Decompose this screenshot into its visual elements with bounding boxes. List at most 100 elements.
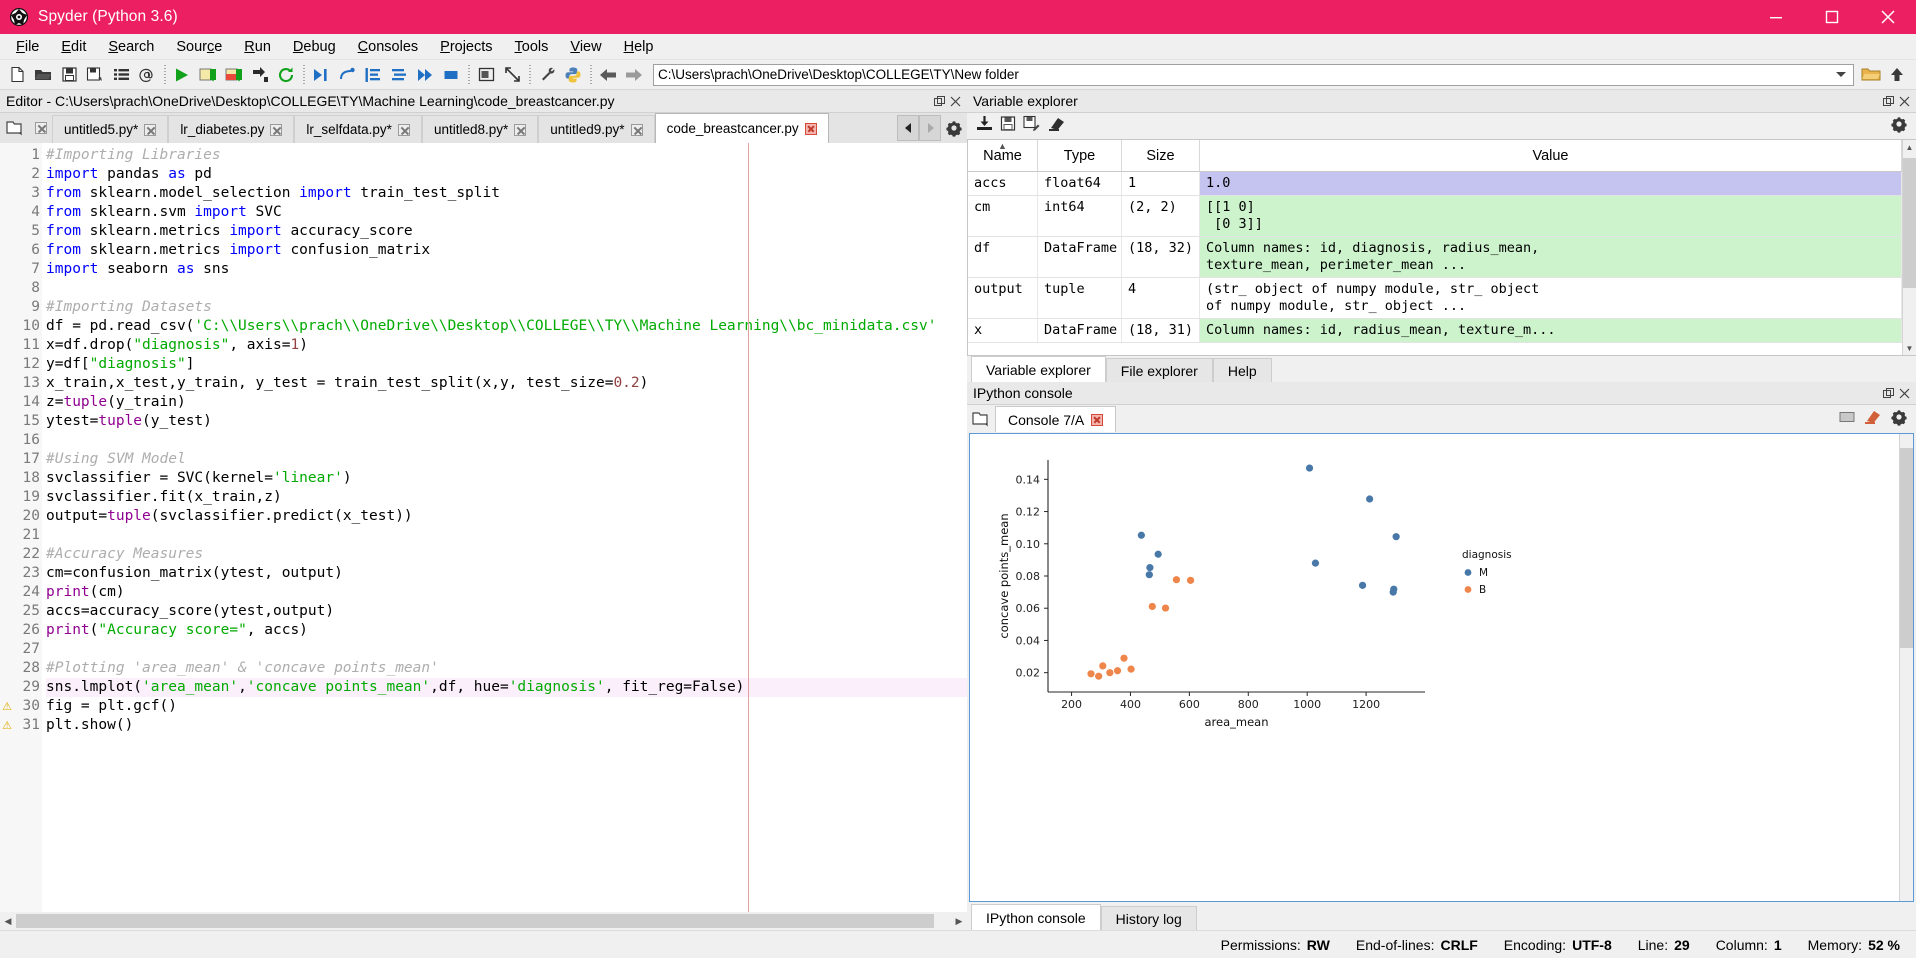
code-line[interactable]: cm=confusion_matrix(ytest, output)	[46, 564, 967, 583]
close-tab-icon[interactable]	[30, 113, 52, 143]
tab-scroll-right-button[interactable]	[919, 115, 941, 141]
save-all-icon[interactable]	[82, 62, 108, 88]
code-line[interactable]: fig = plt.gcf()	[46, 697, 967, 716]
menu-item-run[interactable]: Run	[233, 36, 282, 58]
rerun-icon[interactable]	[273, 62, 299, 88]
code-line[interactable]: y=df["diagnosis"]	[46, 355, 967, 374]
save-data-icon[interactable]	[1000, 115, 1017, 137]
stop-console-icon[interactable]	[1839, 409, 1855, 430]
menu-item-help[interactable]: Help	[613, 36, 665, 58]
table-row[interactable]: x DataFrame (18, 31) Column names: id, radi…	[968, 319, 1902, 343]
code-line[interactable]: #Using SVM Model	[46, 450, 967, 469]
new-file-icon[interactable]	[4, 62, 30, 88]
code-line[interactable]: #Accuracy Measures	[46, 545, 967, 564]
at-sign-icon[interactable]	[134, 62, 160, 88]
step-return-icon[interactable]	[386, 62, 412, 88]
scroll-thumb[interactable]	[16, 914, 934, 928]
scroll-left-icon[interactable]: ◀	[0, 913, 16, 929]
variable-explorer-options-gear-icon[interactable]	[1890, 115, 1916, 138]
console-tab[interactable]: Console 7/A	[995, 406, 1117, 432]
code-line[interactable]: x=df.drop("diagnosis", axis=1)	[46, 336, 967, 355]
menu-item-projects[interactable]: Projects	[429, 36, 503, 58]
code-line[interactable]: print("Accuracy score=", accs)	[46, 621, 967, 640]
close-pane-icon[interactable]	[1896, 384, 1912, 402]
scroll-up-icon[interactable]: ▲	[1903, 140, 1916, 154]
debug-step-icon[interactable]	[334, 62, 360, 88]
code-line[interactable]: from sklearn.model_selection import trai…	[46, 184, 967, 203]
close-icon[interactable]	[1091, 413, 1104, 426]
editor-tab-untitled5-py-[interactable]: untitled5.py*	[52, 115, 169, 143]
clear-variables-icon[interactable]	[1047, 115, 1066, 137]
code-line[interactable]: x_train,x_test,y_train, y_test = train_t…	[46, 374, 967, 393]
code-line[interactable]: import seaborn as sns	[46, 260, 967, 279]
code-line[interactable]	[46, 279, 967, 298]
variable-explorer-scrollbar[interactable]: ▲ ▼	[1902, 140, 1916, 355]
scroll-down-icon[interactable]: ▼	[1903, 341, 1916, 355]
close-pane-icon[interactable]	[1896, 92, 1912, 110]
menu-item-consoles[interactable]: Consoles	[347, 36, 429, 58]
code-line[interactable]: plt.show()	[46, 716, 967, 735]
close-icon[interactable]	[630, 123, 643, 136]
close-icon[interactable]	[514, 123, 527, 136]
editor-tab-lr-diabetes-py[interactable]: lr_diabetes.py	[168, 115, 295, 143]
parent-directory-icon[interactable]	[1884, 62, 1910, 88]
open-file-icon[interactable]	[30, 62, 56, 88]
step-into-icon[interactable]	[360, 62, 386, 88]
tab-ipython-console[interactable]: IPython console	[971, 904, 1101, 930]
code-line[interactable]: #Importing Libraries	[46, 146, 967, 165]
table-body[interactable]: accs float64 1 1.0 cm int64 (2, 2) [[1 0] [0 3]…	[968, 172, 1902, 355]
column-header-name[interactable]: ▲ Name	[968, 140, 1038, 172]
forward-arrow-icon[interactable]	[621, 62, 647, 88]
code-line[interactable]	[46, 526, 967, 545]
run-file-icon[interactable]	[169, 62, 195, 88]
menu-item-debug[interactable]: Debug	[282, 36, 347, 58]
close-icon[interactable]	[144, 123, 157, 136]
save-data-as-icon[interactable]	[1023, 115, 1041, 137]
menu-item-search[interactable]: Search	[97, 36, 165, 58]
code-line[interactable]: #Importing Datasets	[46, 298, 967, 317]
close-pane-icon[interactable]	[947, 92, 963, 110]
run-cell-advance-icon[interactable]	[221, 62, 247, 88]
code-editor[interactable]: ⚠ ⚠ 1 2 3 4 5 6 7 8 9 10 11 12 13 14 15 16 17 18 19 20 21 22 23…	[0, 143, 967, 912]
remove-all-variables-icon[interactable]	[1863, 408, 1882, 430]
maximize-button[interactable]	[1804, 0, 1860, 34]
editor-horizontal-scrollbar[interactable]: ◀ ▶	[0, 912, 967, 930]
menu-item-edit[interactable]: Edit	[50, 36, 97, 58]
browse-tabs-icon[interactable]	[0, 113, 30, 143]
tab-history-log[interactable]: History log	[1100, 906, 1197, 930]
back-arrow-icon[interactable]	[595, 62, 621, 88]
editor-tab-untitled8-py-[interactable]: untitled8.py*	[421, 115, 539, 143]
close-icon[interactable]	[397, 123, 410, 136]
code-line[interactable]: svclassifier.fit(x_train,z)	[46, 488, 967, 507]
tab-scroll-left-button[interactable]	[897, 115, 919, 141]
debug-file-icon[interactable]	[308, 62, 334, 88]
maximize-pane-icon[interactable]	[473, 62, 499, 88]
browse-directory-icon[interactable]	[1858, 62, 1884, 88]
code-line[interactable]: from sklearn.svm import SVC	[46, 203, 967, 222]
editor-options-gear-icon[interactable]	[941, 113, 967, 143]
continue-icon[interactable]	[412, 62, 438, 88]
scroll-right-icon[interactable]: ▶	[951, 913, 967, 929]
menu-item-tools[interactable]: Tools	[504, 36, 560, 58]
browse-consoles-icon[interactable]	[967, 411, 995, 427]
close-icon[interactable]	[35, 122, 47, 134]
console-scrollbar[interactable]	[1899, 434, 1913, 901]
code-line[interactable]: print(cm)	[46, 583, 967, 602]
tab-variable-explorer[interactable]: Variable explorer	[971, 356, 1106, 382]
stop-debug-icon[interactable]	[438, 62, 464, 88]
close-button[interactable]	[1860, 0, 1916, 34]
minimize-button[interactable]	[1748, 0, 1804, 34]
import-data-icon[interactable]	[975, 115, 994, 137]
menu-item-view[interactable]: View	[559, 36, 612, 58]
code-line[interactable]: z=tuple(y_train)	[46, 393, 967, 412]
table-row[interactable]: output tuple 4 (str_ object of numpy module…	[968, 278, 1902, 319]
editor-tab-untitled9-py-[interactable]: untitled9.py*	[538, 115, 655, 143]
scroll-thumb[interactable]	[1903, 158, 1916, 288]
code-text[interactable]: #Importing Libraries import pandas as pd f…	[42, 143, 967, 912]
preferences-icon[interactable]	[534, 62, 560, 88]
column-header-value[interactable]: Value	[1200, 140, 1902, 172]
scroll-track[interactable]	[1903, 154, 1916, 341]
undock-pane-icon[interactable]	[931, 92, 947, 110]
table-row[interactable]: cm int64 (2, 2) [[1 0] [0 3]]	[968, 196, 1902, 237]
variable-explorer-table[interactable]: ▲ Name Type Size Value accs float64 1 1.0 cm int6…	[967, 139, 1916, 356]
